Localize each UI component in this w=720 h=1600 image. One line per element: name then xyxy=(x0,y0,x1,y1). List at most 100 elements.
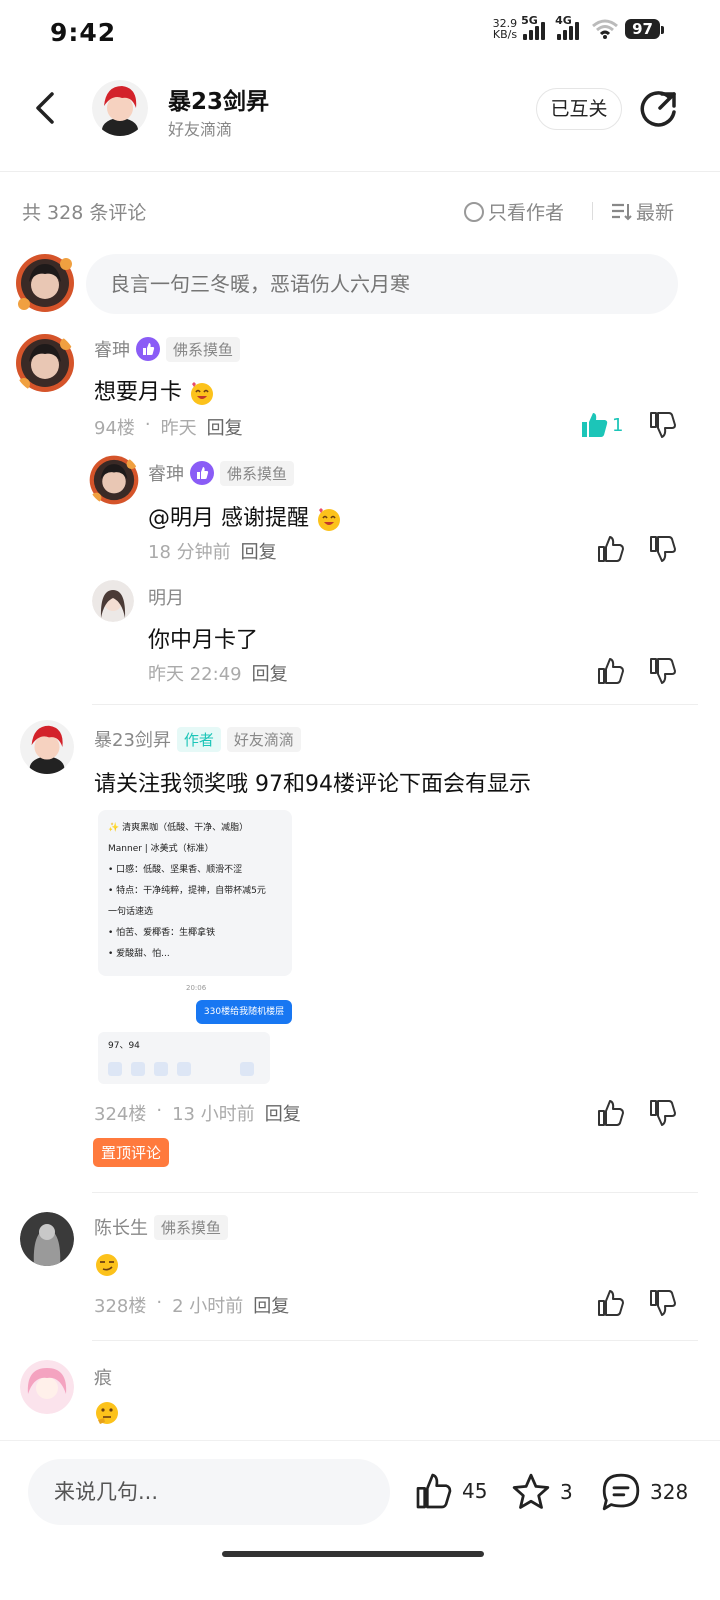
commenter-info: 睿珅 佛系摸鱼 xyxy=(94,336,241,362)
level-badge-icon xyxy=(190,461,214,485)
comment-filter-bar: 共 328 条评论 只看作者 最新 xyxy=(0,188,720,232)
reply-avatar[interactable] xyxy=(88,454,140,506)
my-avatar xyxy=(14,252,76,314)
comment-item: 痕 xyxy=(0,1356,720,1440)
like-count: 1 xyxy=(612,415,624,436)
image-action-icons xyxy=(108,1062,254,1076)
reply-button[interactable]: 回复 xyxy=(265,1100,301,1126)
commenter-name[interactable]: 暴23剑昇 xyxy=(94,726,171,752)
post-header: 暴23剑昇 好友滴滴 已互关 xyxy=(0,64,720,172)
commenter-info: 痕 xyxy=(94,1364,112,1390)
copy-icon xyxy=(108,1062,122,1076)
thumbs-up-icon[interactable] xyxy=(596,1288,626,1318)
pinned-badge: 置顶评论 xyxy=(93,1138,170,1167)
thumbs-up-icon[interactable] xyxy=(596,534,626,564)
refresh-icon xyxy=(240,1062,254,1076)
favorite-action[interactable]: 3 xyxy=(510,1471,573,1513)
thumbs-down-icon[interactable] xyxy=(648,1098,678,1128)
status-bar: 9:42 32.9 KB/s 5G 4G 97 xyxy=(0,0,720,64)
smirk-emoji-icon xyxy=(96,1254,118,1276)
back-arrow-icon[interactable] xyxy=(26,88,66,128)
author-avatar[interactable] xyxy=(92,80,148,136)
smiling-hearts-emoji-icon xyxy=(318,508,340,531)
bottom-comment-input[interactable]: 来说几句... xyxy=(28,1459,390,1525)
reply-button[interactable]: 回复 xyxy=(207,414,243,440)
user-tag: 好友滴滴 xyxy=(226,726,301,752)
like-count: 45 xyxy=(462,1479,488,1503)
status-time: 9:42 xyxy=(50,18,117,47)
reply-button[interactable]: 回复 xyxy=(252,660,288,686)
reply-text: @明月 感谢提醒 xyxy=(148,500,342,532)
reply-text: 你中月卡了 xyxy=(148,628,259,653)
reply-avatar[interactable] xyxy=(92,580,134,622)
reply-author-name[interactable]: 睿珅 xyxy=(148,460,184,486)
star-icon xyxy=(512,1473,550,1509)
author-only-toggle[interactable]: 只看作者 xyxy=(464,198,564,225)
bottom-action-bar: 来说几句... 45 3 328 xyxy=(0,1440,720,1600)
user-tag: 佛系摸鱼 xyxy=(154,1214,229,1240)
sort-icon xyxy=(612,203,632,220)
image-chat-bubble: 330楼给我随机楼层 xyxy=(196,1000,292,1024)
author-tag: 作者 xyxy=(176,726,221,752)
image-chat-reply: 97、94 xyxy=(98,1032,270,1084)
thumbs-down-icon[interactable] xyxy=(648,534,678,564)
net-speed: 32.9 KB/s xyxy=(492,17,518,41)
comment-item: 睿珅 佛系摸鱼 想要月卡 94楼 · 昨天 回复 1 睿珅 佛系摸鱼 @明月 感… xyxy=(0,330,720,700)
comment-item: 陈长生 佛系摸鱼 328楼 · 2 小时前 回复 xyxy=(0,1206,720,1336)
comment-meta: 324楼 · 13 小时前 回复 xyxy=(94,1100,301,1126)
comment-text: 请关注我领奖哦 97和94楼评论下面会有显示 xyxy=(94,772,531,797)
thumbs-up-icon[interactable] xyxy=(596,656,626,686)
thumbs-down-icon[interactable] xyxy=(648,1288,678,1318)
bookmark-icon xyxy=(154,1062,168,1076)
thumbs-down-icon[interactable] xyxy=(648,656,678,686)
status-icons: 32.9 KB/s 5G 4G 97 xyxy=(489,14,664,41)
thinking-emoji-icon xyxy=(96,1402,118,1424)
commenter-avatar[interactable] xyxy=(20,1360,74,1414)
thumbs-up-icon[interactable] xyxy=(596,1098,626,1128)
comment-image[interactable]: ✨ 清爽黑咖（低酸、干净、减脂） Manner | 冰美式（标准） • 口感：低… xyxy=(98,810,298,1086)
image-chat-card: ✨ 清爽黑咖（低酸、干净、减脂） Manner | 冰美式（标准） • 口感：低… xyxy=(98,810,292,976)
image-timestamp: 20:06 xyxy=(186,984,207,992)
comment-input[interactable] xyxy=(86,254,678,314)
mutual-follow-button[interactable]: 已互关 xyxy=(536,88,622,130)
comment-bubble-icon xyxy=(602,1473,640,1511)
commenter-info: 暴23剑昇 作者 好友滴滴 xyxy=(94,726,301,752)
commenter-avatar[interactable] xyxy=(20,1212,74,1266)
commenter-avatar[interactable] xyxy=(20,720,74,774)
share-icon xyxy=(177,1062,191,1076)
comment-divider xyxy=(92,704,698,705)
commenter-avatar[interactable] xyxy=(14,332,76,394)
reply-meta: 昨天 22:49 回复 xyxy=(148,660,288,686)
commenter-name[interactable]: 睿珅 xyxy=(94,336,130,362)
user-tag: 佛系摸鱼 xyxy=(166,336,241,362)
comment-action[interactable]: 328 xyxy=(600,1471,688,1513)
commenter-name[interactable]: 痕 xyxy=(94,1364,112,1390)
home-indicator[interactable] xyxy=(222,1551,484,1557)
like-action[interactable]: 45 xyxy=(414,1471,487,1511)
comment-meta: 328楼 · 2 小时前 回复 xyxy=(94,1292,290,1318)
sort-toggle[interactable]: 最新 xyxy=(610,198,674,225)
battery-indicator: 97 xyxy=(625,19,664,39)
user-tag: 佛系摸鱼 xyxy=(220,460,295,486)
reply-button[interactable]: 回复 xyxy=(253,1292,289,1318)
comment-count: 共 328 条评论 xyxy=(22,202,147,224)
signal-4g-icon: 4G xyxy=(555,14,580,40)
reply-author-name[interactable]: 明月 xyxy=(148,584,184,610)
favorite-count: 3 xyxy=(560,1480,573,1504)
smiling-hearts-emoji-icon xyxy=(191,382,214,405)
reply-button[interactable]: 回复 xyxy=(241,538,277,564)
comment-text xyxy=(94,1252,120,1278)
commenter-info: 陈长生 佛系摸鱼 xyxy=(94,1214,229,1240)
thumbs-up-icon xyxy=(416,1473,452,1509)
divider xyxy=(592,202,593,220)
reply-author-info: 睿珅 佛系摸鱼 xyxy=(148,460,295,486)
thumbs-down-icon[interactable] xyxy=(648,410,678,440)
commenter-name[interactable]: 陈长生 xyxy=(94,1214,148,1240)
level-badge-icon xyxy=(136,337,160,361)
share-icon[interactable] xyxy=(640,90,680,130)
author-name[interactable]: 暴23剑昇 xyxy=(168,82,269,116)
thumbs-up-filled-icon[interactable] xyxy=(580,410,610,440)
radio-circle-icon xyxy=(464,201,484,222)
comment-meta: 94楼 · 昨天 回复 xyxy=(94,414,243,440)
speaker-icon xyxy=(131,1062,145,1076)
